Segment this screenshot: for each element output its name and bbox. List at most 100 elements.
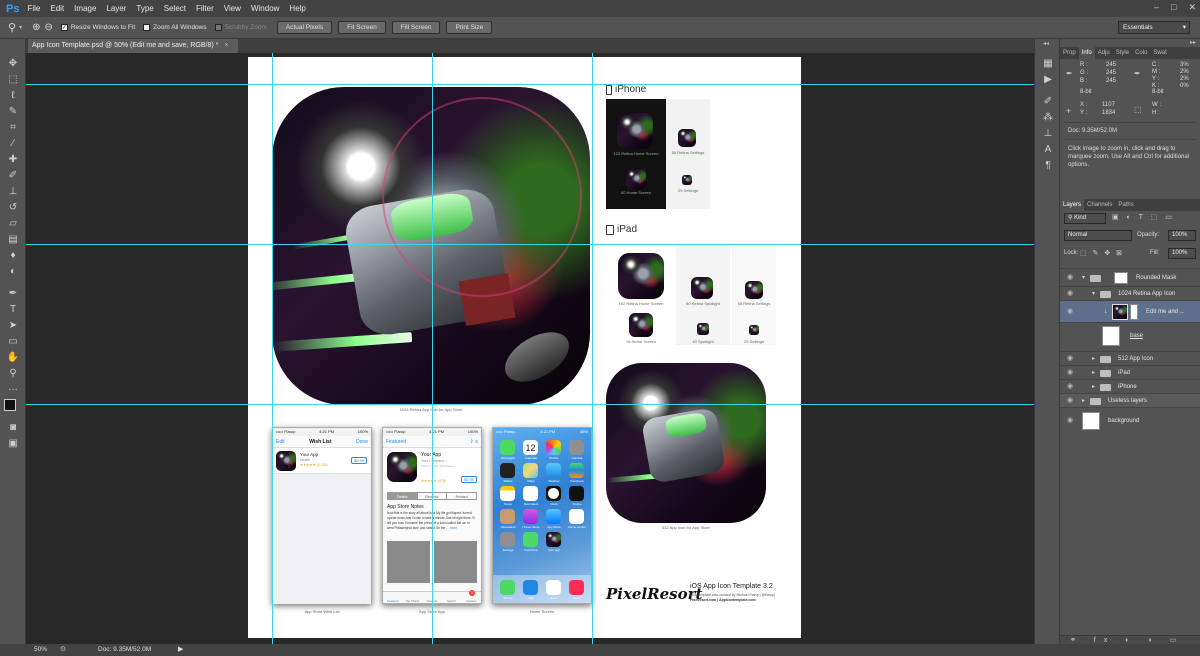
share-icon[interactable]: ⊙ [60, 645, 66, 653]
visibility-eye-icon[interactable]: ◉ [1067, 394, 1073, 408]
visibility-eye-icon[interactable]: ◉ [1067, 414, 1073, 428]
screen-mode-icon[interactable]: ▣ [4, 437, 22, 451]
document-tab[interactable]: App Icon Template.psd @ 50% (Edit me and… [28, 39, 238, 53]
fit-screen-button[interactable]: Fit Screen [338, 21, 386, 34]
zoom-level[interactable]: 50% [34, 646, 47, 653]
menu-image[interactable]: Image [74, 4, 96, 13]
gradient-tool-icon[interactable]: ▤ [4, 233, 22, 247]
quick-select-tool-icon[interactable]: ✎ [4, 105, 22, 119]
blend-mode-dropdown[interactable]: Normal [1064, 230, 1132, 241]
brush-tool-icon[interactable]: ✐ [4, 169, 22, 183]
tab-swatches[interactable]: Swat [1150, 50, 1169, 56]
foreground-color-swatch[interactable] [4, 399, 16, 411]
marquee-tool-icon[interactable]: ⬚ [4, 73, 22, 87]
menu-filter[interactable]: Filter [196, 4, 214, 13]
history-brush-tool-icon[interactable]: ↺ [4, 201, 22, 215]
visibility-eye-icon[interactable]: ◉ [1067, 269, 1073, 287]
menu-layer[interactable]: Layer [106, 4, 126, 13]
scrubby-zoom-checkbox[interactable]: Scrubby Zoom [214, 24, 267, 31]
zoom-tool-icon[interactable]: ⚲ [4, 367, 22, 381]
zoom-all-windows-checkbox[interactable]: Zoom All Windows [143, 24, 207, 31]
expand-arrow-icon[interactable]: ▾ [1082, 269, 1085, 287]
pen-tool-icon[interactable]: ✒ [4, 287, 22, 301]
visibility-eye-icon[interactable]: ◉ [1067, 352, 1073, 366]
close-button[interactable]: ✕ [1188, 2, 1196, 13]
more-tools-icon[interactable]: … [4, 381, 22, 395]
status-menu-arrow-icon[interactable]: ▶ [178, 645, 183, 653]
lasso-tool-icon[interactable]: ℓ [4, 89, 22, 103]
type-tool-icon[interactable]: T [4, 303, 22, 317]
expand-arrow-icon[interactable]: ▸ [1092, 366, 1095, 380]
menu-file[interactable]: File [27, 4, 40, 13]
maximize-button[interactable]: □ [1171, 2, 1176, 13]
quick-mask-icon[interactable]: ◙ [4, 421, 22, 435]
menu-select[interactable]: Select [164, 4, 186, 13]
dodge-tool-icon[interactable]: ◐ [4, 265, 22, 279]
paragraph-panel-icon[interactable]: ¶ [1039, 159, 1057, 173]
guide-vertical[interactable] [432, 53, 433, 644]
tab-layers[interactable]: Layers [1060, 199, 1085, 211]
layer-rounded-mask[interactable]: ◉ ▾ Rounded Mask [1060, 268, 1200, 286]
canvas-area[interactable]: 1024 Retina App Icon for App Store iPhon… [26, 53, 1034, 644]
tab-channels[interactable]: Channels [1084, 202, 1115, 208]
actions-panel-icon[interactable]: ▶ [1039, 73, 1057, 87]
visibility-eye-icon[interactable]: ◉ [1067, 287, 1073, 301]
crop-tool-icon[interactable]: ⌗ [4, 121, 22, 135]
workspace-dropdown[interactable]: Essentials ▾ [1118, 21, 1190, 34]
layer-iphone[interactable]: ◉ ▸ iPhone [1060, 379, 1200, 393]
layer-base[interactable]: base [1060, 322, 1200, 348]
menu-view[interactable]: View [224, 4, 241, 13]
photoshop-logo[interactable]: Ps [6, 3, 19, 15]
guide-horizontal[interactable] [26, 244, 1034, 245]
shape-tool-icon[interactable]: ▭ [4, 335, 22, 349]
layer-kind-filter[interactable]: ⚲ Kind [1064, 213, 1106, 224]
brush-panel-icon[interactable]: ✐ [1039, 95, 1057, 109]
tab-adjustments[interactable]: Adju [1095, 50, 1113, 56]
layer-ipad[interactable]: ◉ ▸ iPad [1060, 365, 1200, 379]
tool-preset-dropdown-icon[interactable]: ▾ [19, 24, 22, 31]
menu-edit[interactable]: Edit [50, 4, 64, 13]
layer-1024-retina-icon[interactable]: ◉ ▾ 1024 Retina App Icon [1060, 286, 1200, 300]
healing-brush-tool-icon[interactable]: ✚ [4, 153, 22, 167]
collapse-arrows-icon[interactable]: ◂◂ [1043, 40, 1049, 47]
guide-vertical[interactable] [272, 53, 273, 644]
hand-tool-icon[interactable]: ✋ [4, 351, 22, 365]
tab-info[interactable]: Info [1078, 47, 1095, 59]
actual-pixels-button[interactable]: Actual Pixels [276, 21, 333, 34]
print-size-button[interactable]: Print Size [446, 21, 493, 34]
opacity-field[interactable]: 100% [1168, 230, 1196, 241]
resize-windows-checkbox[interactable]: ✓ Resize Windows to Fit [60, 24, 135, 31]
path-selection-tool-icon[interactable]: ➤ [4, 319, 22, 333]
layer-background[interactable]: ◉ background [1060, 407, 1200, 433]
guide-horizontal[interactable] [26, 404, 1034, 405]
layer-useless-layers[interactable]: ◉ ▸ Useless layers [1060, 393, 1200, 407]
visibility-eye-icon[interactable]: ◉ [1067, 380, 1073, 394]
tab-paths[interactable]: Paths [1115, 202, 1136, 208]
eraser-tool-icon[interactable]: ▱ [4, 217, 22, 231]
fill-field[interactable]: 100% [1168, 248, 1196, 259]
zoom-tool-icon[interactable]: ⚲ [8, 21, 16, 34]
close-tab-icon[interactable]: × [224, 42, 228, 49]
expand-arrow-icon[interactable]: ▸ [1082, 394, 1085, 408]
guide-horizontal[interactable] [26, 84, 1034, 85]
visibility-eye-icon[interactable]: ◉ [1067, 305, 1073, 319]
minimize-button[interactable]: – [1154, 2, 1159, 13]
character-panel-icon[interactable]: A [1039, 143, 1057, 157]
expand-arrow-icon[interactable]: ▸ [1092, 380, 1095, 394]
visibility-eye-icon[interactable]: ◉ [1067, 366, 1073, 380]
tab-color[interactable]: Colo [1132, 50, 1150, 56]
blur-tool-icon[interactable]: ♦ [4, 249, 22, 263]
move-tool-icon[interactable]: ✥ [4, 57, 22, 71]
history-panel-icon[interactable]: ▦ [1039, 57, 1057, 71]
zoom-out-icon[interactable]: ⊖ [44, 22, 52, 33]
document-canvas[interactable]: 1024 Retina App Icon for App Store iPhon… [248, 57, 801, 638]
tab-styles[interactable]: Style [1113, 50, 1132, 56]
layer-edit-me[interactable]: ◉ ↓ Edit me and ... [1060, 300, 1200, 322]
zoom-in-icon[interactable]: ⊕ [32, 22, 40, 33]
menu-window[interactable]: Window [251, 4, 279, 13]
menu-help[interactable]: Help [289, 4, 305, 13]
expand-arrow-icon[interactable]: ▾ [1092, 287, 1095, 301]
tab-properties[interactable]: Prop [1060, 50, 1079, 56]
guide-vertical[interactable] [592, 53, 593, 644]
menu-type[interactable]: Type [136, 4, 153, 13]
